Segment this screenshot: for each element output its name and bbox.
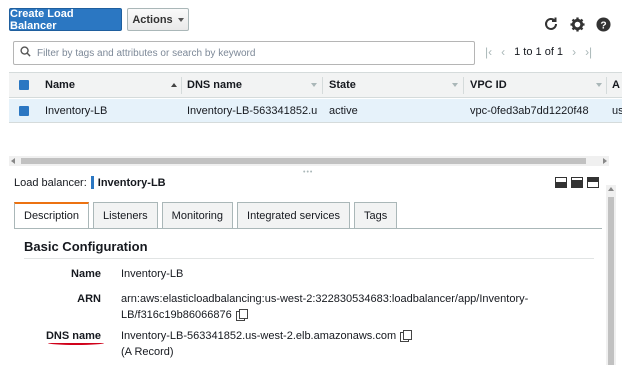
filter-search-box[interactable]: Filter by tags and attributes or search … <box>13 41 475 65</box>
tab-listeners[interactable]: Listeners <box>93 202 158 228</box>
cell-state: active <box>329 104 358 117</box>
dns-record-type: (A Record) <box>121 346 174 358</box>
column-header-state[interactable]: State <box>329 73 356 97</box>
actions-dropdown-button[interactable]: Actions <box>127 8 189 31</box>
table-header: Name DNS name State VPC ID A <box>9 72 622 98</box>
sort-icon[interactable] <box>311 73 317 97</box>
row-checkbox[interactable] <box>19 99 29 122</box>
copy-icon[interactable] <box>400 330 413 342</box>
field-value-dns-name: Inventory-LB-563341852.us-west-2.elb.ama… <box>121 328 413 360</box>
actions-label: Actions <box>132 13 173 26</box>
field-value-name: Inventory-LB <box>121 268 184 280</box>
arn-line-1: arn:aws:elasticloadbalancing:us-west-2:3… <box>121 293 529 305</box>
column-header-name[interactable]: Name <box>45 73 75 97</box>
arn-line-2: LB/f316c19b86066876 <box>121 309 232 321</box>
split-view-icon[interactable] <box>555 177 567 188</box>
sort-ascending-icon[interactable] <box>171 73 177 97</box>
create-load-balancer-button[interactable]: Create Load Balancer <box>9 8 122 32</box>
gear-icon[interactable] <box>569 16 585 32</box>
details-lb-name: Inventory-LB <box>97 176 166 189</box>
resize-handle[interactable]: ••• <box>303 169 313 176</box>
tab-tags[interactable]: Tags <box>353 202 398 228</box>
tab-integrated-services[interactable]: Integrated services <box>237 202 350 228</box>
details-tabs: Description Listeners Monitoring Integra… <box>14 202 398 228</box>
dns-value: Inventory-LB-563341852.us-west-2.elb.ama… <box>121 330 397 342</box>
section-title: Basic Configuration <box>24 239 148 254</box>
details-header: Load balancer: Inventory-LB <box>14 176 166 189</box>
svg-text:?: ? <box>600 20 606 31</box>
scroll-up-icon[interactable] <box>608 187 614 191</box>
field-label-name: Name <box>71 268 101 280</box>
search-placeholder: Filter by tags and attributes or search … <box>37 47 256 59</box>
next-page-icon[interactable]: › <box>572 45 576 59</box>
copy-icon[interactable] <box>235 309 248 321</box>
cell-partial: us <box>612 104 622 117</box>
top-view-icon[interactable] <box>587 177 599 188</box>
pagination: |‹ ‹ 1 to 1 of 1 › ›| <box>485 45 592 59</box>
cell-name: Inventory-LB <box>45 104 108 117</box>
help-icon[interactable]: ? <box>595 16 611 32</box>
page-count: 1 to 1 of 1 <box>514 46 564 58</box>
column-header-dns-name[interactable]: DNS name <box>187 73 242 97</box>
cell-dns-name: Inventory-LB-563341852.us-… <box>187 104 317 117</box>
field-value-arn: arn:aws:elasticloadbalancing:us-west-2:3… <box>121 291 528 323</box>
last-page-icon[interactable]: ›| <box>585 45 592 59</box>
refresh-icon[interactable] <box>543 16 559 32</box>
tab-monitoring[interactable]: Monitoring <box>161 202 234 228</box>
chevron-down-icon <box>177 17 184 22</box>
annotation-underline <box>48 341 104 345</box>
tab-description[interactable]: Description <box>14 202 90 228</box>
prev-page-icon[interactable]: ‹ <box>501 45 505 59</box>
table-row[interactable]: Inventory-LB Inventory-LB-563341852.us-…… <box>9 99 622 123</box>
scroll-right-icon[interactable] <box>603 158 607 164</box>
first-page-icon[interactable]: |‹ <box>485 45 492 59</box>
sort-icon[interactable] <box>596 73 602 97</box>
details-label: Load balancer: <box>14 176 87 189</box>
column-header-partial[interactable]: A <box>612 73 620 97</box>
sort-icon[interactable] <box>452 73 458 97</box>
search-icon <box>20 46 31 60</box>
bottom-view-icon[interactable] <box>571 177 583 188</box>
select-all-checkbox[interactable] <box>19 73 29 97</box>
column-header-vpc-id[interactable]: VPC ID <box>470 73 507 97</box>
field-label-arn: ARN <box>77 293 101 305</box>
cell-vpc-id: vpc-0fed3ab7dd1220f48 <box>470 104 589 117</box>
vertical-scrollbar[interactable] <box>606 185 616 365</box>
horizontal-scrollbar[interactable] <box>9 156 609 166</box>
